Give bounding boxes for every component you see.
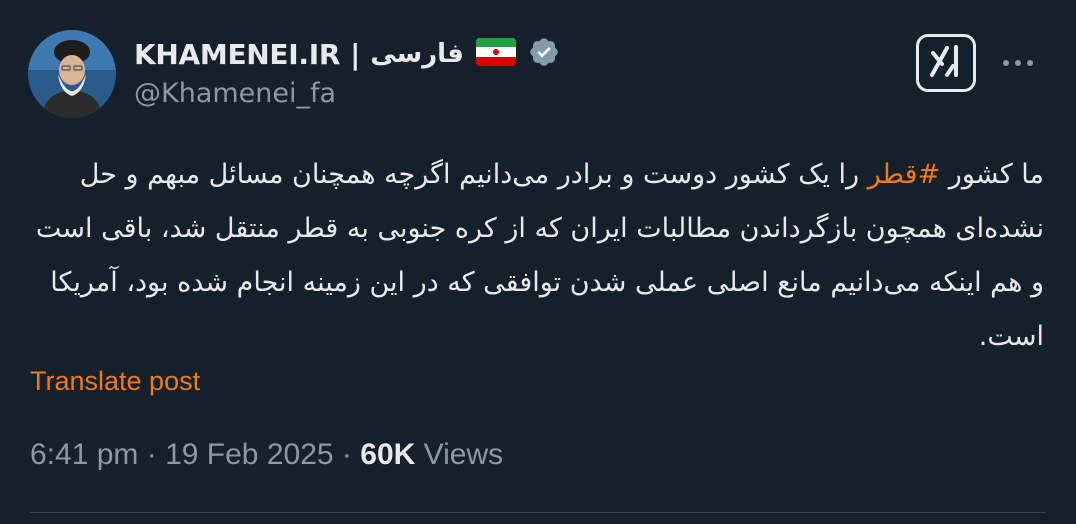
post-time[interactable]: 6:41 pm (30, 438, 138, 471)
author-handle[interactable]: @Khamenei_fa (134, 78, 336, 109)
translate-post-link[interactable]: Translate post (30, 366, 200, 397)
hashtag-link[interactable]: #قطر (868, 159, 941, 190)
post-date[interactable]: 19 Feb 2025 (165, 438, 333, 471)
verified-badge-icon[interactable] (528, 36, 560, 72)
tweet-text-part-1: ما کشور (940, 159, 1044, 190)
views-label: Views (423, 438, 504, 471)
grok-button[interactable] (916, 34, 976, 92)
tweet-meta: 6:41 pm · 19 Feb 2025 · 60K Views (30, 438, 503, 472)
more-options-button[interactable] (1000, 50, 1036, 74)
meta-dot: · (146, 438, 157, 471)
divider (30, 512, 1046, 513)
more-dots-icon (1001, 53, 1035, 72)
views-count: 60K (360, 438, 416, 471)
iran-flag-icon (475, 38, 516, 70)
avatar-image (28, 30, 116, 118)
meta-dot: · (341, 438, 352, 471)
author-name-row[interactable]: KHAMENEI.IR | فارسی (134, 34, 560, 74)
author-language-label: فارسی (370, 39, 464, 69)
avatar[interactable] (28, 30, 116, 118)
name-separator: | (350, 37, 361, 71)
author-display-name[interactable]: KHAMENEI.IR (134, 38, 340, 71)
grok-icon (927, 44, 965, 82)
tweet-text: ما کشور #قطر را یک کشور دوست و برادر می‌… (28, 148, 1044, 364)
